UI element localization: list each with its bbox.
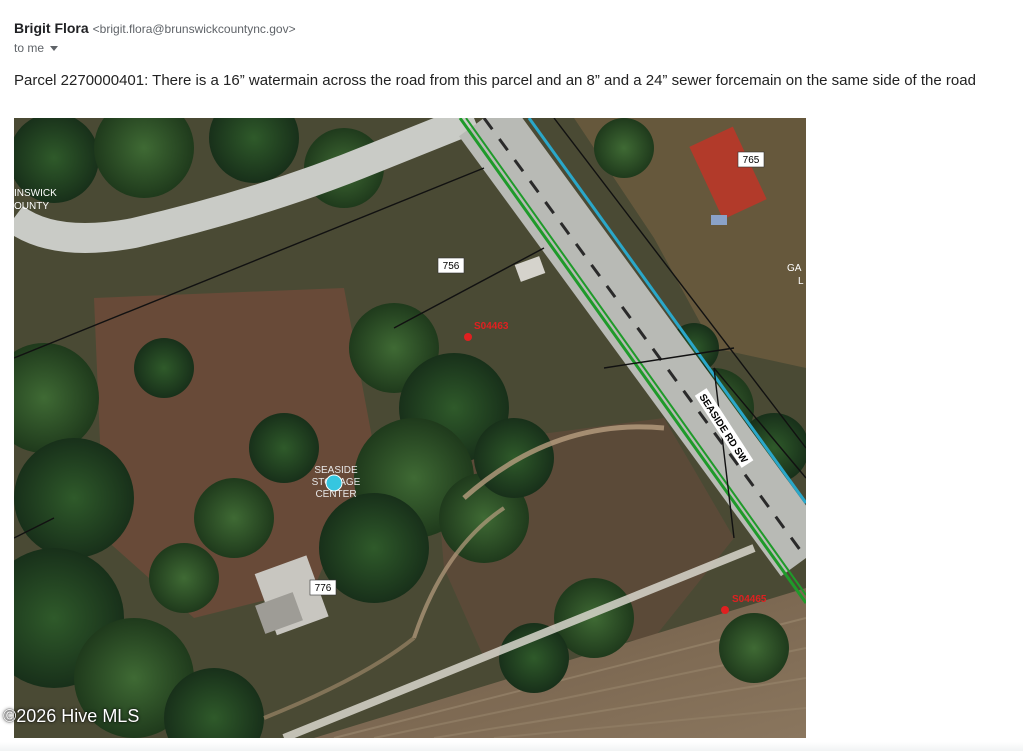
address-756-text: 756 bbox=[443, 261, 460, 272]
recipient-toggle[interactable]: to me bbox=[14, 41, 74, 55]
parcel-map-image: 765 756 776 SEASIDE RD SW S04463 S04465 … bbox=[14, 118, 806, 738]
email-body: Parcel 2270000401: There is a 16” waterm… bbox=[14, 72, 976, 89]
sender-line: Brigit Flora <brigit.flora@brunswickcoun… bbox=[14, 20, 1004, 36]
address-776-text: 776 bbox=[315, 583, 332, 594]
sewer-node-1-text: S04463 bbox=[474, 321, 509, 332]
vehicle bbox=[711, 215, 727, 225]
sender-email: <brigit.flora@brunswickcountync.gov> bbox=[92, 22, 296, 36]
chevron-down-icon bbox=[50, 46, 59, 51]
address-765-text: 765 bbox=[743, 155, 760, 166]
sewer-node-icon bbox=[464, 333, 472, 341]
edge-label-2: OUNTY bbox=[14, 201, 49, 212]
recipient-label: to me bbox=[14, 41, 45, 55]
sewer-node-2-text: S04465 bbox=[732, 594, 767, 605]
aerial-map: 765 756 776 SEASIDE RD SW S04463 S04465 … bbox=[14, 118, 806, 738]
bottom-divider bbox=[0, 742, 1023, 751]
sewer-node-icon bbox=[721, 606, 729, 614]
mls-watermark: ©2026 Hive MLS bbox=[3, 706, 140, 726]
place-label-line-1: SEASIDE bbox=[314, 465, 358, 476]
address-label-765: 765 bbox=[737, 151, 765, 168]
address-label-776: 776 bbox=[309, 579, 337, 596]
map-pin-circle-icon bbox=[325, 474, 343, 492]
edge-label-4: L bbox=[798, 276, 804, 287]
edge-label-1: INSWICK bbox=[14, 188, 57, 199]
email-header: Brigit Flora <brigit.flora@brunswickcoun… bbox=[14, 20, 1004, 55]
sender-name[interactable]: Brigit Flora bbox=[14, 20, 89, 36]
place-marker-storage-center: SEASIDE STORAGE CENTER bbox=[312, 465, 361, 500]
edge-label-3: GA bbox=[787, 263, 802, 274]
address-label-756: 756 bbox=[437, 257, 465, 274]
